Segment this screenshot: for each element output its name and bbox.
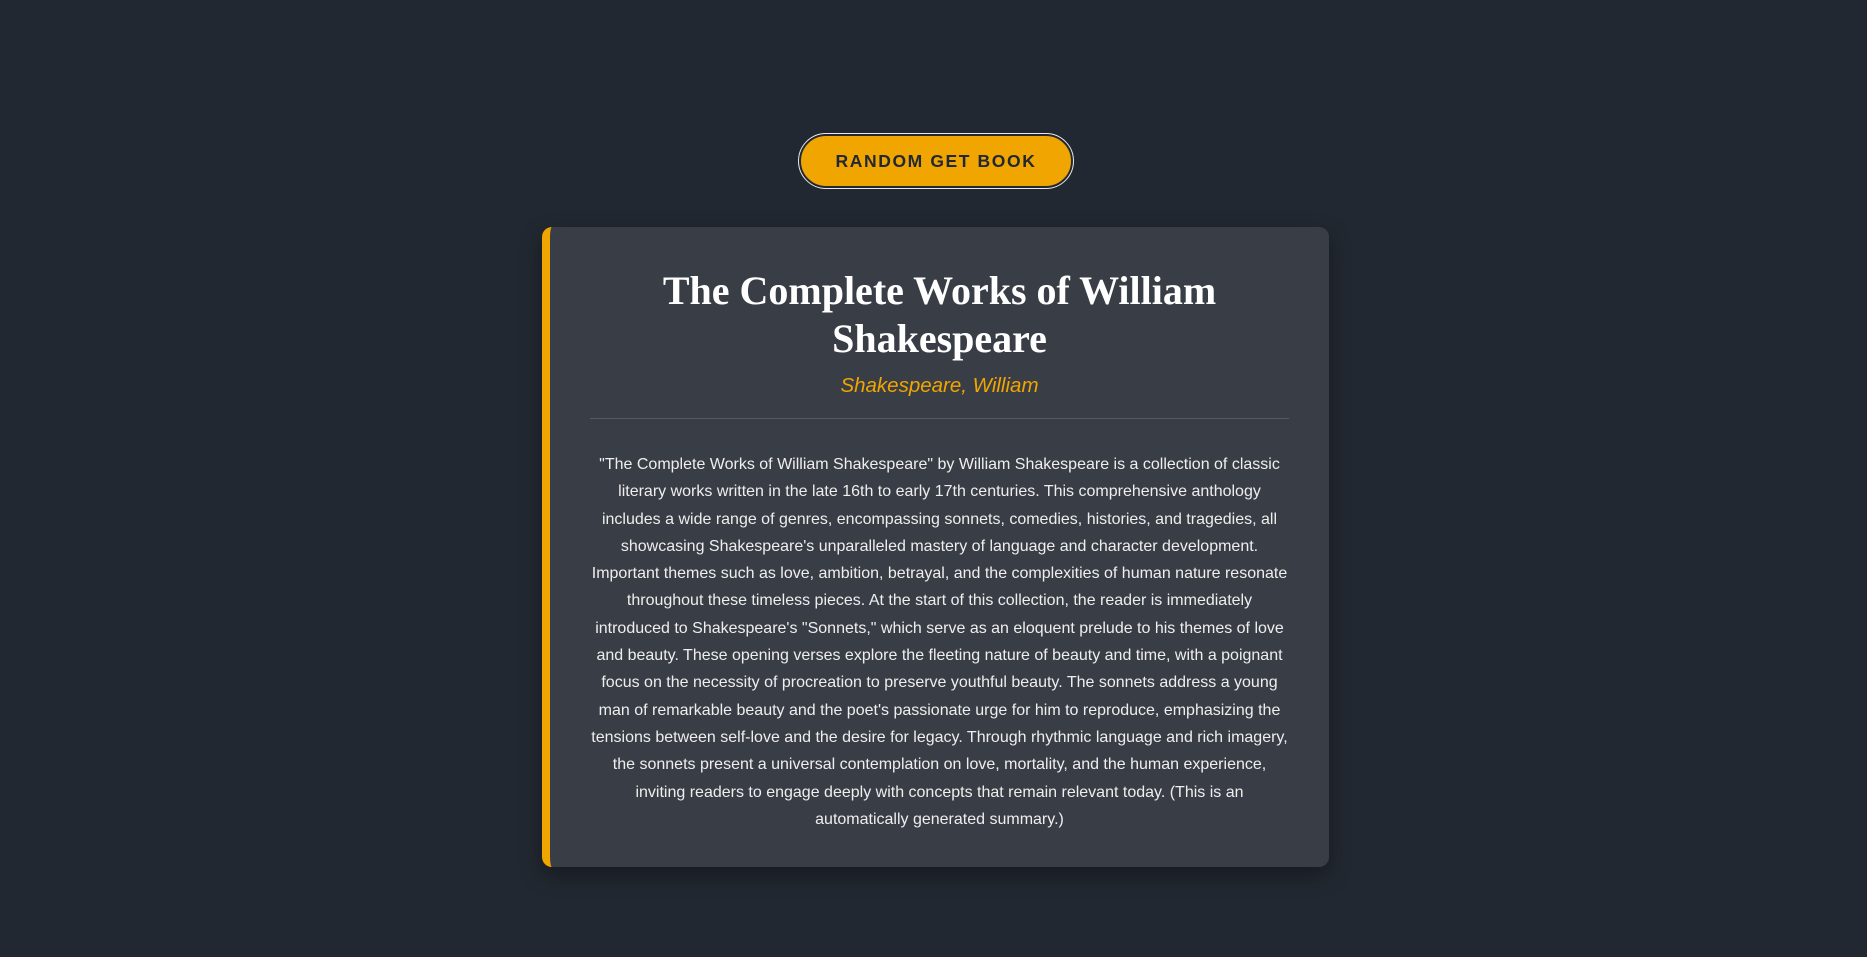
divider	[590, 418, 1289, 419]
book-card: The Complete Works of William Shakespear…	[542, 227, 1329, 867]
book-author: Shakespeare, William	[840, 374, 1039, 397]
book-summary: "The Complete Works of William Shakespea…	[591, 456, 1288, 828]
random-get-book-button[interactable]: RANDOM GET BOOK	[798, 133, 1074, 189]
book-title: The Complete Works of William Shakespear…	[662, 268, 1217, 361]
